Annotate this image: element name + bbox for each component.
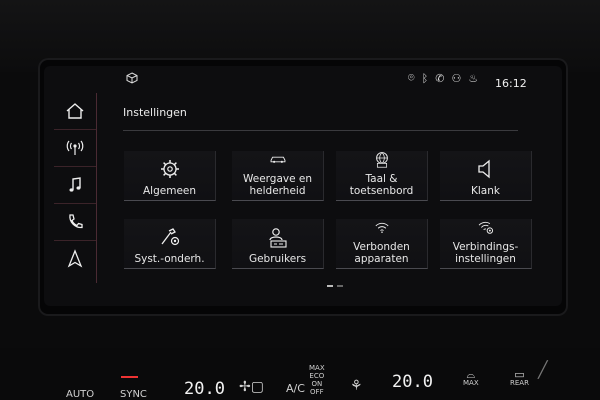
infotainment-screen: ⌾ ᛒ ✆ ⚇ ♨ 16:12 Instellingen Algemeen We… [44, 66, 562, 306]
windshield-defrost-icon: ⌓ [466, 368, 476, 381]
tile-weergave[interactable]: Weergave en helderheid [232, 151, 324, 201]
tile-label: Klank [471, 185, 500, 197]
page-title: Instellingen [123, 106, 187, 119]
seat-airflow-icon[interactable]: ⚘ [350, 378, 363, 394]
temp-right[interactable]: 20.0 [392, 372, 433, 392]
auto-button[interactable]: AUTO [66, 389, 94, 400]
sidebar-item-navigation[interactable] [54, 241, 96, 277]
clock: 16:12 [495, 77, 527, 90]
radio-icon [66, 140, 84, 155]
no-phone-icon: ✆ [435, 71, 445, 85]
bluetooth-icon: ᛒ [421, 71, 429, 85]
page-dot-active [327, 285, 333, 287]
phone-icon [69, 214, 83, 229]
title-divider [123, 130, 518, 131]
person-icon: ⚇ [451, 71, 462, 85]
sidebar-item-radio[interactable] [54, 130, 96, 167]
fan-icon[interactable]: ✢▢ [239, 379, 264, 395]
tile-klank[interactable]: Klank [440, 151, 532, 201]
globe-keyboard-icon [375, 152, 388, 168]
tile-taal[interactable]: Taal & toetsenbord [336, 151, 428, 201]
wifi-devices-icon [374, 222, 389, 233]
navigation-arrow-icon [67, 249, 83, 268]
max-eco-button[interactable]: MAX ECO ON OFF [309, 364, 325, 396]
tile-label: Syst.-onderh. [134, 253, 205, 265]
tile-verbonden-apparaten[interactable]: Verbonden apparaten [336, 219, 428, 269]
status-bar: ⌾ ᛒ ✆ ⚇ ♨ 16:12 [44, 66, 562, 96]
page-indicator [327, 285, 343, 287]
tile-gebruikers[interactable]: Gebruikers [232, 219, 324, 269]
tile-verbindingsinstellingen[interactable]: Verbindings-instellingen [440, 219, 532, 269]
music-note-icon [69, 177, 81, 192]
sidebar-item-media[interactable] [54, 167, 96, 204]
tile-label: Taal & toetsenbord [349, 173, 414, 197]
flap-slash-icon: ╱ [538, 360, 548, 379]
sidebar-item-phone[interactable] [54, 204, 96, 241]
sidebar-item-home[interactable] [54, 93, 96, 130]
wifi-gear-icon [478, 221, 493, 234]
user-card-icon [268, 228, 287, 248]
sync-button[interactable]: SYNC [120, 389, 147, 400]
tile-label: Weergave en helderheid [242, 173, 313, 197]
location-icon: ⌾ [408, 71, 415, 84]
wrench-gear-icon [160, 228, 179, 246]
gear-icon [160, 160, 179, 178]
sync-indicator-led [121, 376, 138, 378]
car-display-icon [270, 156, 285, 163]
ac-button[interactable]: A/C [286, 382, 305, 395]
page-dot [337, 285, 343, 287]
tile-label: Verbindings-instellingen [452, 241, 519, 265]
rear-defrost-icon: ▭ [514, 368, 525, 381]
tile-syst-onderh[interactable]: Syst.-onderh. [124, 219, 216, 269]
home-icon [66, 103, 84, 119]
sidebar [54, 93, 97, 283]
max-defrost-button[interactable]: ⌓ MAX [463, 368, 479, 388]
tile-label: Verbonden apparaten [353, 241, 410, 265]
status-icons: ⌾ ᛒ ✆ ⚇ ♨ [408, 71, 478, 85]
tile-label: Gebruikers [248, 253, 307, 265]
tile-label: Algemeen [142, 185, 197, 197]
cube-icon [126, 72, 138, 84]
climate-panel: AUTO SYNC 20.0 ✢▢ A/C MAX ECO ON OFF ⚘ 2… [0, 348, 600, 400]
rear-defrost-button[interactable]: ▭ REAR [510, 368, 529, 388]
tile-algemeen[interactable]: Algemeen [124, 151, 216, 201]
speaker-icon [477, 159, 490, 179]
seat-heat-icon: ♨ [468, 71, 479, 85]
temp-left[interactable]: 20.0 [184, 379, 225, 399]
